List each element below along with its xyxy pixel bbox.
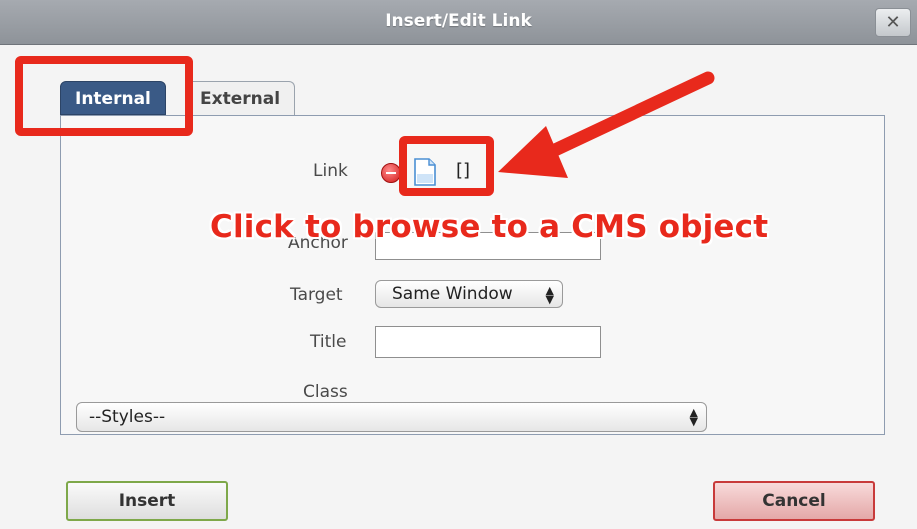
remove-link-icon[interactable]: [381, 163, 401, 183]
dialog-title: Insert/Edit Link: [385, 11, 532, 31]
title-input[interactable]: [375, 326, 601, 358]
close-button[interactable]: ✕: [875, 8, 911, 37]
tab-external[interactable]: External: [185, 81, 296, 115]
class-select-value: --Styles--: [89, 407, 166, 427]
class-label: Class: [303, 382, 348, 402]
title-label: Title: [310, 332, 347, 352]
target-label: Target: [290, 285, 343, 305]
class-select[interactable]: --Styles-- ▲ ▼: [76, 402, 707, 432]
select-arrows-icon: ▲ ▼: [689, 406, 698, 428]
target-select[interactable]: Same Window ▲ ▼: [375, 280, 563, 308]
annotation-arrow-icon: [498, 71, 715, 178]
select-arrows-icon: ▲ ▼: [545, 284, 554, 306]
highlight-box-internal-tab: [15, 56, 193, 136]
target-select-value: Same Window: [392, 284, 513, 304]
annotation-caption: Click to browse to a CMS object: [210, 209, 769, 245]
dialog-title-bar: Insert/Edit Link ✕: [0, 0, 917, 45]
link-label: Link: [313, 161, 348, 181]
cancel-button[interactable]: Cancel: [713, 481, 875, 521]
insert-button[interactable]: Insert: [66, 481, 228, 521]
